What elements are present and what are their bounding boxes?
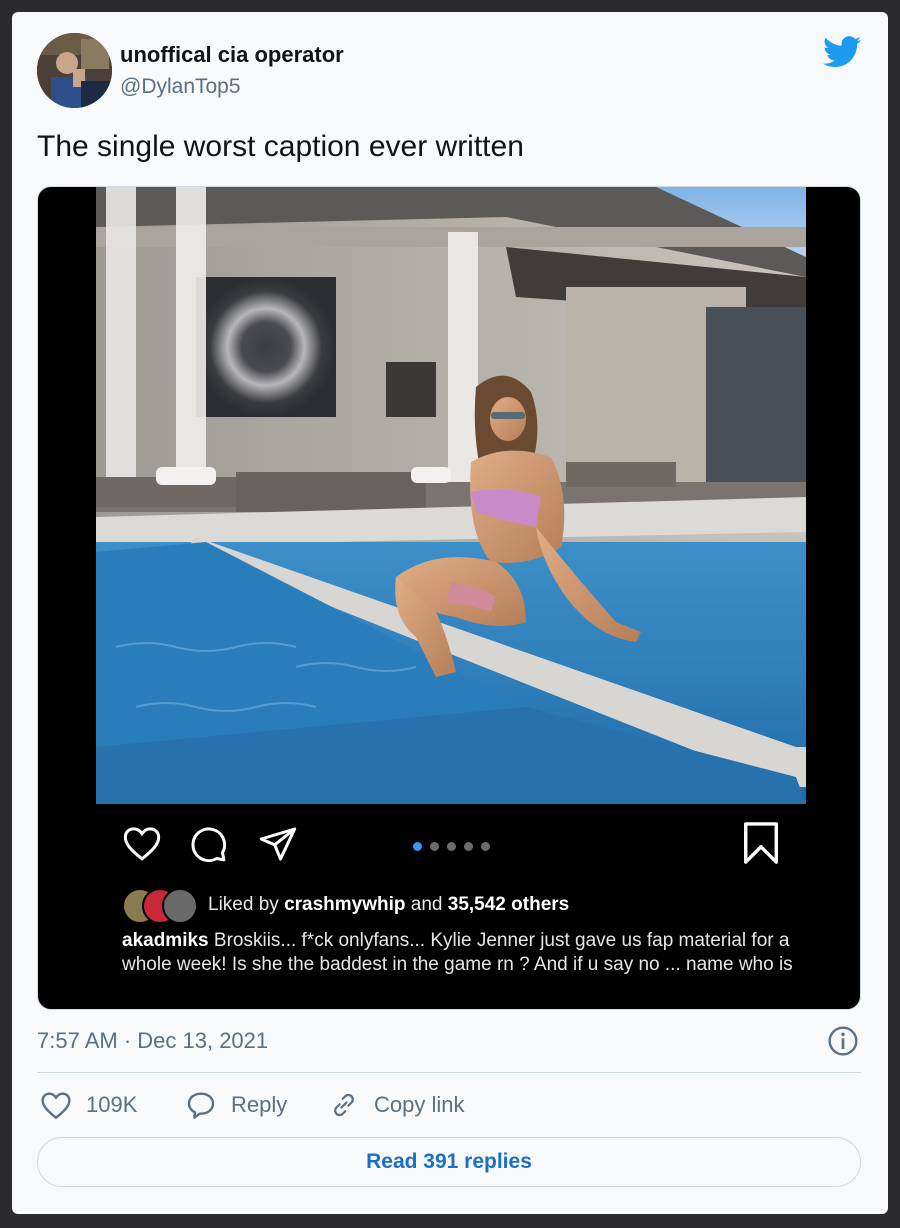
- carousel-dot[interactable]: [464, 842, 473, 851]
- share-icon[interactable]: [258, 824, 298, 864]
- link-icon: [334, 1093, 354, 1117]
- tweet-text: The single worst caption ever written: [37, 130, 524, 163]
- twitter-bird-icon[interactable]: [823, 36, 861, 68]
- liked-by-text: Liked by crashmywhip and 35,542 others: [208, 894, 569, 916]
- bookmark-icon[interactable]: [741, 822, 781, 864]
- read-replies-button[interactable]: Read 391 replies: [37, 1137, 861, 1187]
- heart-icon[interactable]: [122, 824, 162, 862]
- copy-link-button[interactable]: Copy link: [328, 1088, 464, 1122]
- author-name[interactable]: unoffical cia operator: [120, 42, 344, 68]
- liked-user[interactable]: crashmywhip: [284, 894, 405, 915]
- liked-prefix: Liked by: [208, 894, 279, 915]
- carousel-dot[interactable]: [481, 842, 490, 851]
- carousel-dot[interactable]: [430, 842, 439, 851]
- avatar[interactable]: [37, 33, 112, 108]
- divider: [37, 1072, 861, 1073]
- liked-by-avatars: [122, 888, 202, 924]
- pool-photo: [96, 187, 806, 804]
- carousel-dot[interactable]: [413, 842, 422, 851]
- like-button[interactable]: 109K: [40, 1088, 137, 1122]
- caption-text: Broskiis... f*ck onlyfans... Kylie Jenne…: [122, 930, 793, 975]
- caption-user[interactable]: akadmiks: [122, 930, 209, 951]
- like-count: 109K: [86, 1092, 138, 1117]
- copy-link-label: Copy link: [374, 1092, 465, 1117]
- comment-icon[interactable]: [188, 824, 228, 864]
- tweet-card: unoffical cia operator @DylanTop5 The si…: [12, 12, 888, 1214]
- avatar: [162, 888, 198, 924]
- author-handle[interactable]: @DylanTop5: [120, 75, 241, 99]
- carousel-dot[interactable]: [447, 842, 456, 851]
- info-icon[interactable]: [827, 1025, 859, 1057]
- reply-label: Reply: [231, 1092, 288, 1117]
- instagram-caption: akadmiks Broskiis... f*ck onlyfans... Ky…: [122, 929, 802, 977]
- liked-others[interactable]: 35,542 others: [448, 894, 569, 915]
- tweet-media[interactable]: Liked by crashmywhip and 35,542 others a…: [37, 186, 861, 1010]
- liked-and: and: [410, 894, 443, 915]
- reply-button[interactable]: Reply: [185, 1088, 287, 1122]
- heart-icon: [41, 1092, 71, 1120]
- tweet-timestamp[interactable]: 7:57 AM · Dec 13, 2021: [37, 1028, 268, 1054]
- speech-bubble-icon: [187, 1092, 215, 1119]
